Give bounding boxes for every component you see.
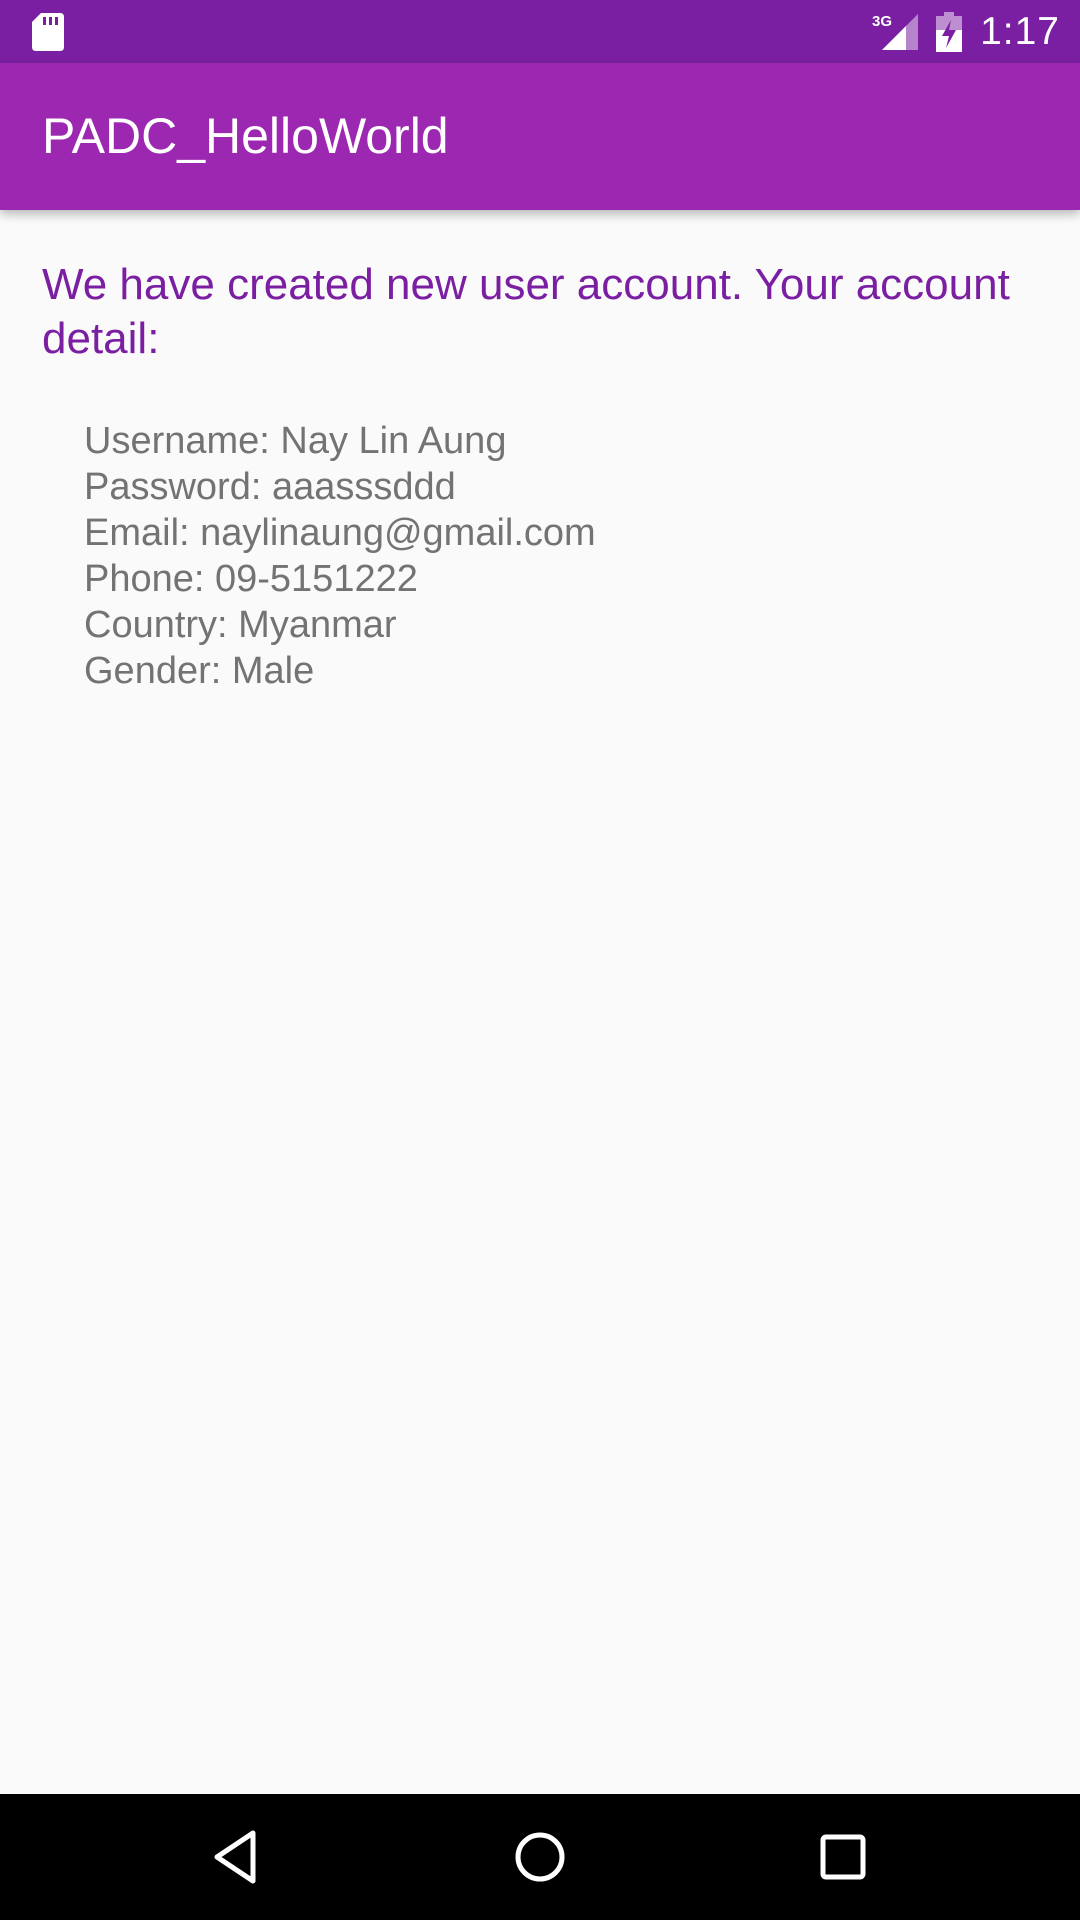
- navigation-bar: [0, 1794, 1080, 1920]
- detail-country: Country: Myanmar: [84, 604, 397, 646]
- account-details-list: Username: Nay Lin Aung Password: aaasssd…: [84, 418, 1064, 694]
- back-icon[interactable]: [207, 1827, 267, 1887]
- signal-3g-icon: 3G: [872, 13, 919, 50]
- detail-phone: Phone: 09-5151222: [84, 558, 418, 600]
- status-icons: 3G 1:17: [872, 0, 1060, 63]
- home-icon[interactable]: [510, 1827, 570, 1887]
- detail-password: Password: aaasssddd: [84, 466, 456, 508]
- detail-gender: Gender: Male: [84, 650, 315, 692]
- screen: 3G 1:17 PADC_HelloWorld We have created …: [0, 0, 1080, 1920]
- battery-charging-icon: [936, 11, 963, 52]
- recents-icon[interactable]: [813, 1827, 873, 1887]
- status-bar: 3G 1:17: [0, 0, 1080, 63]
- main-content: We have created new user account. Your a…: [0, 210, 1080, 1794]
- detail-email: Email: naylinaung@gmail.com: [84, 512, 596, 554]
- sd-card-icon: [32, 13, 64, 51]
- account-created-message: We have created new user account. Your a…: [42, 260, 1010, 363]
- detail-username: Username: Nay Lin Aung: [84, 420, 507, 462]
- app-title: PADC_HelloWorld: [42, 108, 449, 164]
- network-label: 3G: [872, 13, 892, 30]
- status-clock: 1:17: [980, 9, 1060, 53]
- app-bar: PADC_HelloWorld: [0, 63, 1080, 210]
